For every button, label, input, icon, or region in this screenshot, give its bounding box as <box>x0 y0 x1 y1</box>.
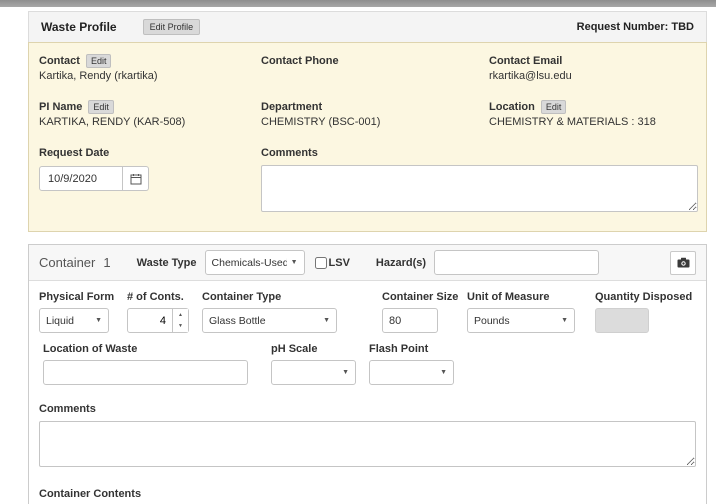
chevron-down-icon: ▼ <box>323 317 330 324</box>
container-comments-textarea[interactable] <box>39 421 696 467</box>
request-date-input[interactable] <box>39 166 123 191</box>
location-edit-button[interactable]: Edit <box>541 100 567 114</box>
contact-field: Contact Edit Kartika, Rendy (rkartika) <box>39 52 261 94</box>
hazards-input[interactable] <box>434 250 599 275</box>
location-value: CHEMISTRY & MATERIALS : 318 <box>489 116 696 132</box>
camera-button[interactable] <box>670 251 696 275</box>
flash-point-field: Flash Point ▼ <box>369 343 454 385</box>
pi-name-value: KARTIKA, RENDY (KAR-508) <box>39 116 261 132</box>
stepper-up-icon[interactable]: ▲ <box>173 309 188 321</box>
contact-edit-button[interactable]: Edit <box>86 54 112 68</box>
department-value: CHEMISTRY (BSC-001) <box>261 116 489 132</box>
contact-label: Contact <box>39 55 80 67</box>
num-conts-input[interactable] <box>127 308 173 333</box>
camera-icon <box>677 257 690 268</box>
quantity-disposed-label: Quantity Disposed <box>595 291 692 303</box>
unit-of-measure-label: Unit of Measure <box>467 291 575 303</box>
request-date-field: Request Date <box>39 144 261 217</box>
waste-type-label: Waste Type <box>137 257 197 269</box>
top-divider-bar <box>0 0 716 7</box>
ph-scale-dropdown[interactable]: ▼ <box>271 360 356 385</box>
container-type-field: Container Type Glass Bottle ▼ <box>202 291 337 333</box>
department-field: Department CHEMISTRY (BSC-001) <box>261 98 489 140</box>
location-field: Location Edit CHEMISTRY & MATERIALS : 31… <box>489 98 696 140</box>
chevron-down-icon: ▼ <box>342 369 349 376</box>
request-number: Request Number: TBD <box>577 21 694 33</box>
num-conts-stepper: ▲ ▼ <box>127 308 189 333</box>
contact-email-field: Contact Email rkartika@lsu.edu <box>489 52 696 94</box>
profile-comments-label: Comments <box>261 147 318 159</box>
physical-form-dropdown[interactable]: Liquid ▼ <box>39 308 109 333</box>
lsv-checkbox-group: LSV <box>315 257 350 269</box>
edit-profile-button[interactable]: Edit Profile <box>143 19 201 35</box>
pi-name-label: PI Name <box>39 101 82 113</box>
physical-form-label: Physical Form <box>39 291 114 303</box>
container-size-label: Container Size <box>382 291 454 303</box>
container-type-dropdown[interactable]: Glass Bottle ▼ <box>202 308 337 333</box>
calendar-button[interactable] <box>123 166 149 191</box>
container-panel: Container1 Waste Type Chemicals-Used ▼ L… <box>28 244 707 504</box>
num-conts-field: # of Conts. ▲ ▼ <box>127 291 189 333</box>
ph-scale-label: pH Scale <box>271 343 356 355</box>
chevron-down-icon: ▼ <box>95 317 102 324</box>
quantity-disposed-field: Quantity Disposed <box>595 291 692 333</box>
location-of-waste-field: Location of Waste <box>43 343 248 385</box>
waste-profile-header: Waste Profile Edit Profile Request Numbe… <box>28 11 707 42</box>
container-type-label: Container Type <box>202 291 337 303</box>
lsv-checkbox[interactable] <box>315 257 327 269</box>
profile-comments-textarea[interactable] <box>261 165 698 212</box>
request-number-label: Request Number: <box>577 21 669 33</box>
container-comments-field: Comments <box>39 399 696 472</box>
location-of-waste-input[interactable] <box>43 360 248 385</box>
container-title: Container1 <box>39 255 111 270</box>
department-label: Department <box>261 101 322 113</box>
chevron-down-icon: ▼ <box>561 317 568 324</box>
flash-point-label: Flash Point <box>369 343 454 355</box>
location-label: Location <box>489 101 535 113</box>
container-size-input[interactable] <box>382 308 438 333</box>
pi-name-field: PI Name Edit KARTIKA, RENDY (KAR-508) <box>39 98 261 140</box>
container-comments-label: Comments <box>39 403 96 415</box>
contact-email-label: Contact Email <box>489 55 562 67</box>
container-header: Container1 Waste Type Chemicals-Used ▼ L… <box>29 245 706 281</box>
profile-section: Contact Edit Kartika, Rendy (rkartika) C… <box>28 42 707 232</box>
contact-value: Kartika, Rendy (rkartika) <box>39 70 261 86</box>
hazards-label: Hazard(s) <box>376 257 426 269</box>
stepper-down-icon[interactable]: ▼ <box>173 321 188 333</box>
contact-email-value: rkartika@lsu.edu <box>489 70 696 86</box>
request-number-value: TBD <box>671 21 694 33</box>
container-contents-title: Container Contents <box>39 488 696 500</box>
container-size-field: Container Size <box>382 291 454 333</box>
contact-phone-field: Contact Phone <box>261 52 489 94</box>
quantity-disposed-input <box>595 308 649 333</box>
profile-comments-field: Comments <box>261 144 696 217</box>
contact-phone-label: Contact Phone <box>261 55 339 67</box>
chevron-down-icon: ▼ <box>440 369 447 376</box>
page-title: Waste Profile <box>41 20 117 34</box>
flash-point-dropdown[interactable]: ▼ <box>369 360 454 385</box>
pi-name-edit-button[interactable]: Edit <box>88 100 114 114</box>
waste-profile-page: Waste Profile Edit Profile Request Numbe… <box>28 11 707 504</box>
request-date-label: Request Date <box>39 147 109 159</box>
num-conts-label: # of Conts. <box>127 291 189 303</box>
lsv-label: LSV <box>329 257 350 269</box>
physical-form-field: Physical Form Liquid ▼ <box>39 291 114 333</box>
container-body: Physical Form Liquid ▼ # of Conts. ▲ ▼ <box>29 281 706 504</box>
container-number: 1 <box>103 255 110 270</box>
chevron-down-icon: ▼ <box>291 259 298 266</box>
location-of-waste-label: Location of Waste <box>43 343 248 355</box>
calendar-icon <box>130 173 142 185</box>
waste-type-dropdown[interactable]: Chemicals-Used ▼ <box>205 250 305 275</box>
ph-scale-field: pH Scale ▼ <box>271 343 356 385</box>
unit-of-measure-dropdown[interactable]: Pounds ▼ <box>467 308 575 333</box>
contact-phone-value <box>261 70 489 86</box>
unit-of-measure-field: Unit of Measure Pounds ▼ <box>467 291 575 333</box>
